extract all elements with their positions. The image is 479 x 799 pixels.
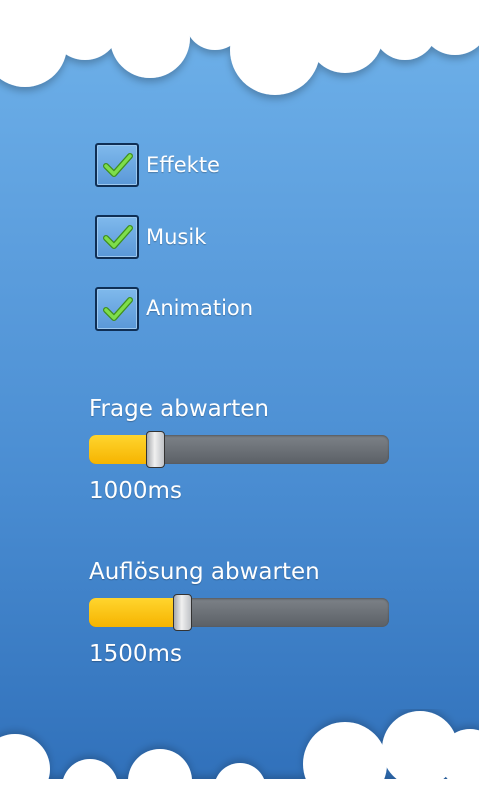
musik-label: Musik xyxy=(146,225,207,249)
effekte-label: Effekte xyxy=(146,153,220,177)
aufloesung-abwarten-value: 1500ms xyxy=(89,641,182,667)
checkmark-icon xyxy=(103,225,133,249)
frage-abwarten-label: Frage abwarten xyxy=(89,396,269,422)
slider-thumb[interactable] xyxy=(173,594,192,631)
animation-checkbox[interactable] xyxy=(95,287,139,331)
effekte-checkbox[interactable] xyxy=(95,143,139,187)
aufloesung-abwarten-label: Auflösung abwarten xyxy=(89,559,320,585)
aufloesung-abwarten-slider[interactable] xyxy=(89,594,389,631)
checkmark-icon xyxy=(103,153,133,177)
slider-thumb[interactable] xyxy=(146,431,165,468)
animation-label: Animation xyxy=(146,296,254,320)
top-clouds xyxy=(0,0,479,95)
musik-checkbox[interactable] xyxy=(95,215,139,259)
frage-abwarten-slider[interactable] xyxy=(89,431,389,468)
frage-abwarten-value: 1000ms xyxy=(89,478,182,504)
slider-fill xyxy=(89,598,182,627)
bottom-clouds xyxy=(0,711,479,799)
checkmark-icon xyxy=(103,297,133,321)
